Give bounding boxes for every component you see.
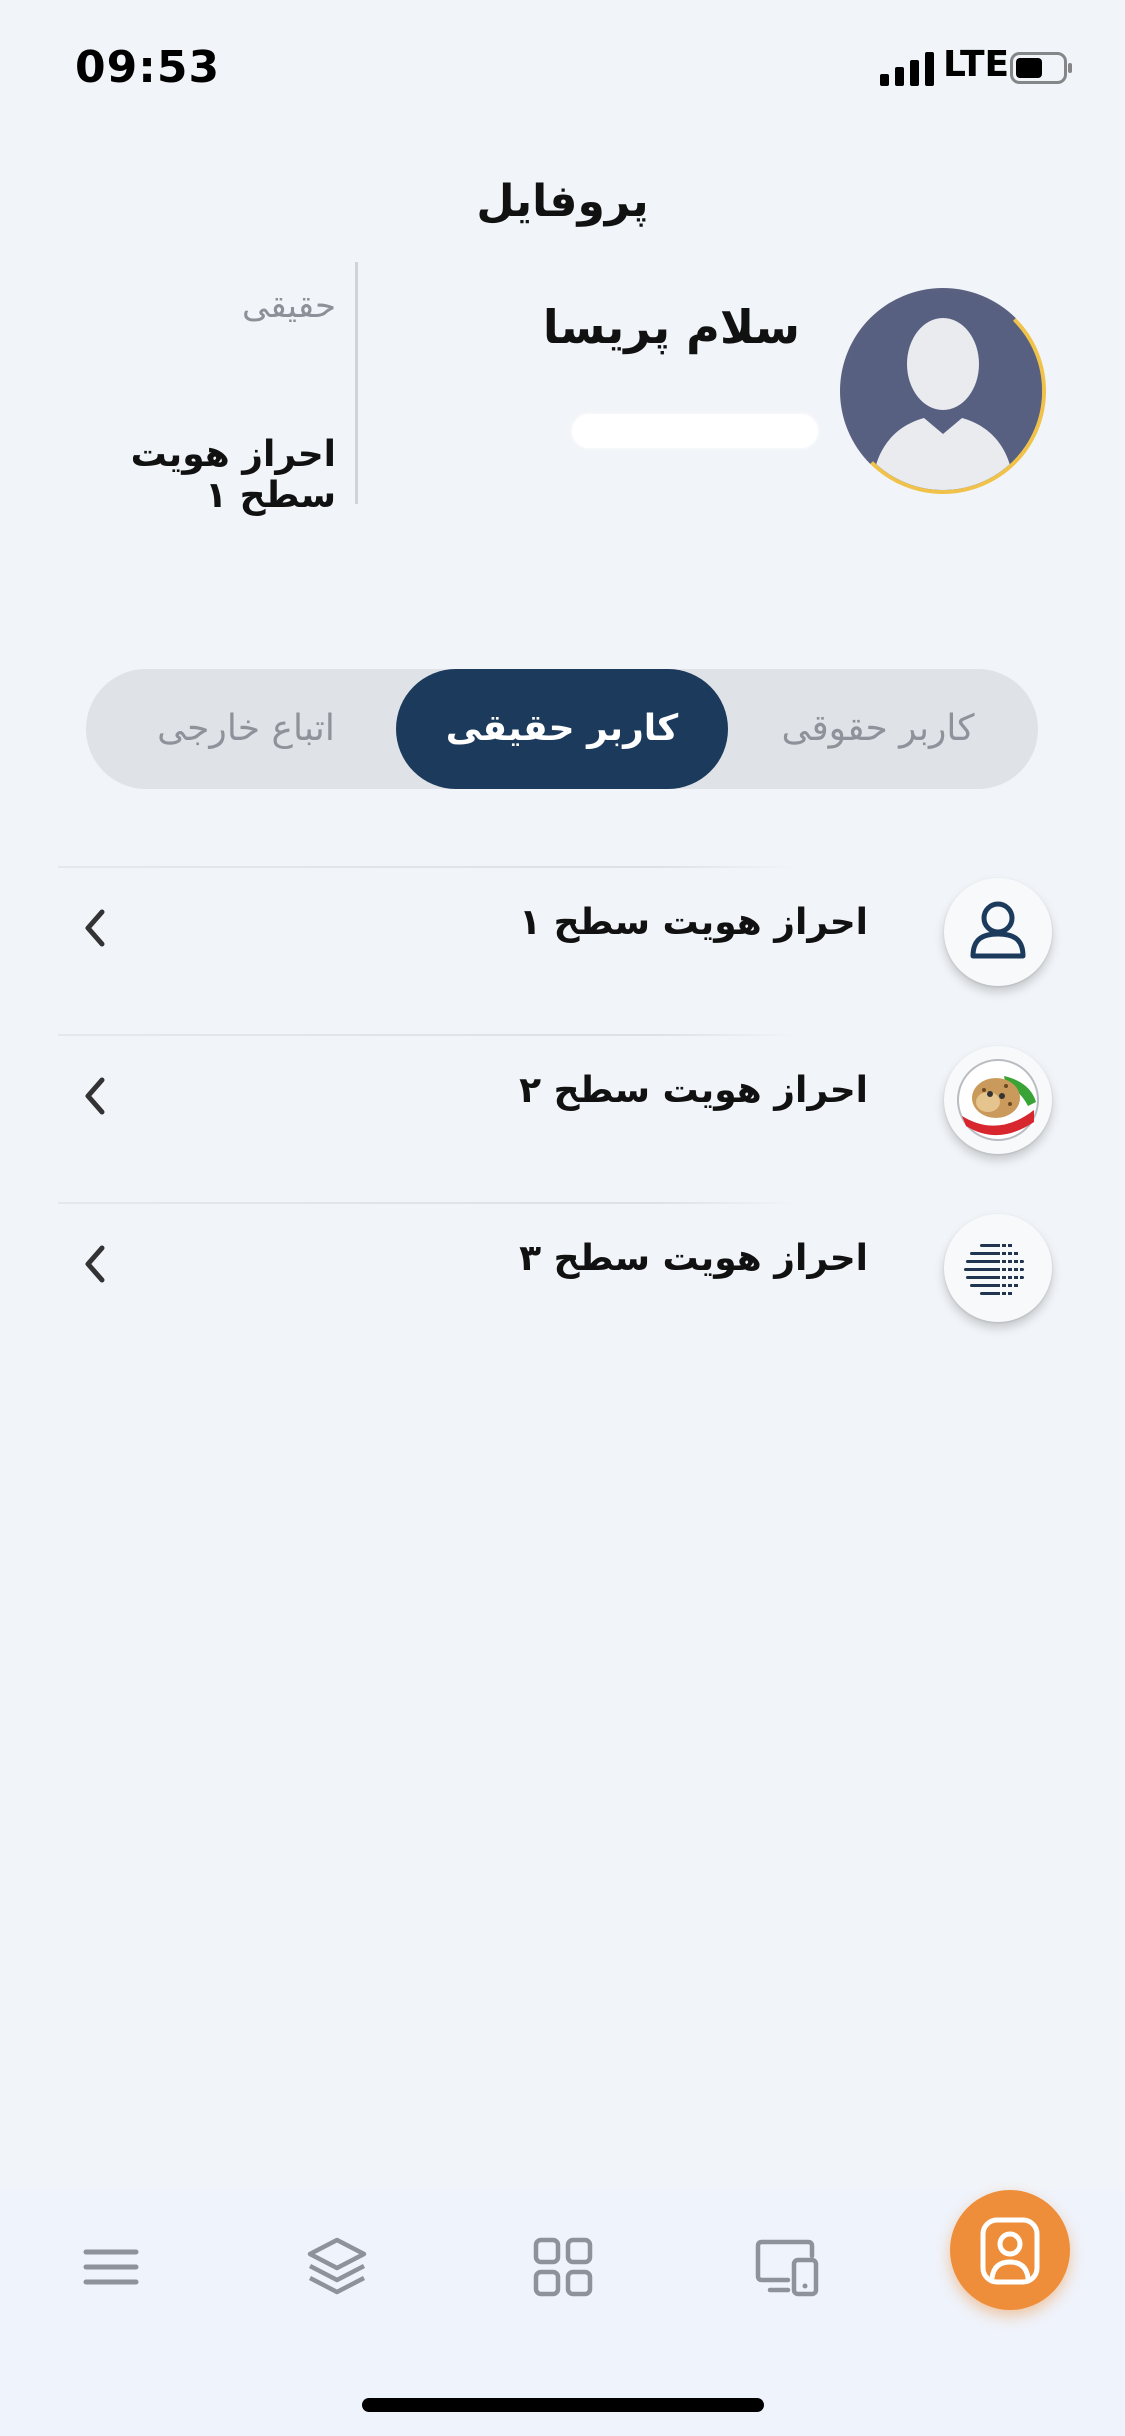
layers-icon[interactable] <box>302 2232 372 2302</box>
status-time: 09:53 <box>75 42 221 93</box>
menu-icon[interactable] <box>76 2232 146 2302</box>
row-divider <box>58 1202 798 1204</box>
devices-icon[interactable] <box>752 2232 822 2302</box>
list-item-label: احراز هویت سطح ۱ <box>519 902 868 943</box>
tab-legal-user[interactable]: کاربر حقوقی <box>728 669 1028 789</box>
avatar[interactable] <box>840 288 1046 494</box>
divider <box>355 262 358 504</box>
home-indicator <box>362 2398 764 2412</box>
chevron-left-icon <box>85 1245 105 1283</box>
list-item-label: احراز هویت سطح ۳ <box>519 1238 868 1279</box>
list-item-label: احراز هویت سطح ۲ <box>519 1070 868 1111</box>
row-divider <box>58 866 798 868</box>
profile-icon <box>980 2217 1040 2285</box>
battery-icon <box>1010 52 1072 84</box>
nav-profile-button[interactable] <box>950 2190 1070 2310</box>
masked-phone <box>572 414 818 448</box>
page-title: پروفایل <box>476 176 649 227</box>
tab-natural-user[interactable]: کاربر حقیقی <box>396 669 728 789</box>
user-silhouette-icon <box>844 292 1042 490</box>
greeting: سلام پریسا <box>542 300 800 354</box>
user-type: حقیقی <box>241 286 336 326</box>
network-type: LTE <box>943 44 1010 85</box>
cheetah-flag-icon <box>944 1046 1052 1154</box>
chevron-left-icon <box>85 909 105 947</box>
globe-dots-icon <box>944 1214 1052 1322</box>
grid-icon[interactable] <box>528 2232 598 2302</box>
signal-icon <box>880 52 934 86</box>
tab-foreign-national[interactable]: اتباع خارجی <box>96 669 396 789</box>
verification-level: احراز هویت سطح ۱ <box>130 434 336 516</box>
user-outline-icon <box>944 878 1052 986</box>
row-divider <box>58 1034 798 1036</box>
chevron-left-icon <box>85 1077 105 1115</box>
